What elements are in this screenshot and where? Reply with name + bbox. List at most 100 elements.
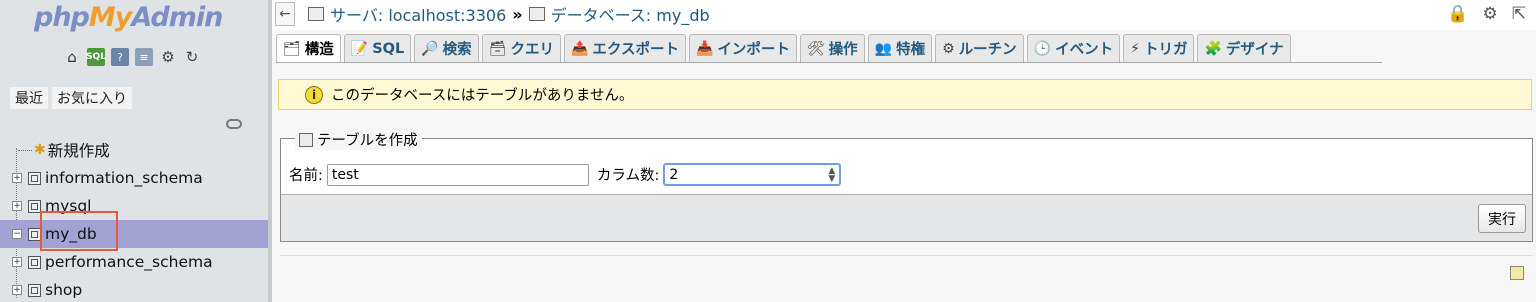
tree-label[interactable]: 新規作成	[48, 139, 110, 161]
privileges-icon: 👥	[874, 40, 893, 57]
tab-label: イベント	[1055, 42, 1114, 58]
expand-icon[interactable]: +	[12, 257, 22, 267]
tab-label: インポート	[717, 42, 790, 58]
structure-icon: 🗂	[283, 40, 301, 57]
docs-icon[interactable]: ?	[111, 48, 129, 66]
collapse-icon[interactable]: −	[12, 229, 22, 239]
settings-icon[interactable]: ⚙	[1483, 4, 1498, 24]
create-table-legend: テーブルを作成	[295, 129, 422, 150]
phpmyadmin-logo[interactable]: phpMyAdmin	[34, 2, 223, 33]
create-table-form: 名前: カラム数: 2 ▲▼	[289, 163, 842, 186]
tab-search[interactable]: 🔎 検索	[414, 34, 479, 62]
breadcrumb: サーバ: localhost:3306 » データベース: my_db	[308, 2, 710, 26]
bottom-divider	[280, 255, 1533, 256]
search-icon: 🔎	[421, 40, 439, 57]
query-icon: 🗃	[488, 40, 507, 57]
quick-links: ⌂ SQL ? ≡ ⚙ ↻	[63, 48, 201, 66]
columns-number-input[interactable]: 2 ▲ ▼	[663, 163, 842, 186]
tab-label: クエリ	[510, 42, 554, 58]
tab-import[interactable]: 📥 インポート	[688, 34, 797, 62]
go-button[interactable]: 実行	[1478, 204, 1526, 233]
tab-label: トリガ	[1143, 42, 1188, 58]
reload-icon[interactable]: ↻	[183, 48, 201, 66]
tree-item-information-schema[interactable]: + information_schema	[0, 164, 268, 192]
top-bar: ← サーバ: localhost:3306 » データベース: my_db 🔒 …	[272, 0, 1536, 30]
tab-label: 操作	[828, 42, 858, 58]
import-icon: 📥	[695, 40, 714, 57]
tab-operations[interactable]: 🛠 操作	[799, 34, 865, 62]
tab-label: 構造	[304, 42, 334, 58]
expand-icon[interactable]: +	[12, 285, 22, 295]
triggers-icon: ⚡	[1130, 40, 1140, 57]
tab-recent[interactable]: 最近	[10, 87, 48, 109]
export-icon: 📤	[570, 40, 589, 57]
database-icon	[26, 171, 42, 185]
help-icon[interactable]: ≡	[135, 48, 153, 66]
table-add-icon	[299, 132, 313, 147]
main-panel: ← サーバ: localhost:3306 » データベース: my_db 🔒 …	[272, 0, 1536, 302]
tab-label: デザイナ	[1225, 42, 1284, 58]
tab-label: エクスポート	[592, 42, 679, 58]
lock-icon[interactable]: 🔒	[1447, 4, 1468, 24]
events-icon: 🕒	[1033, 40, 1052, 57]
logo-my: My	[88, 2, 132, 33]
tab-query[interactable]: 🗃 クエリ	[481, 34, 561, 62]
spinner-icon[interactable]: ▲ ▼	[828, 166, 835, 183]
navigation-sidebar: phpMyAdmin ⌂ SQL ? ≡ ⚙ ↻ 最近 お気に入り ✱ 新規作成…	[0, 0, 271, 302]
console-icon[interactable]	[1510, 266, 1524, 280]
tree-item-performance-schema[interactable]: + performance_schema	[0, 248, 268, 276]
tree-item-shop[interactable]: + shop	[0, 276, 268, 302]
tab-routines[interactable]: ⚙ ルーチン	[935, 34, 1024, 62]
table-name-input[interactable]	[326, 163, 589, 186]
tab-sql[interactable]: 📝 SQL	[343, 34, 412, 62]
tab-designer[interactable]: 🧩 デザイナ	[1197, 34, 1291, 62]
sidebar-tabs: 最近 お気に入り	[10, 87, 132, 109]
server-icon	[308, 7, 324, 21]
tab-export[interactable]: 📤 エクスポート	[563, 34, 686, 62]
tree-item-new[interactable]: ✱ 新規作成	[0, 136, 268, 164]
tab-label: ルーチン	[958, 42, 1017, 58]
home-icon[interactable]: ⌂	[63, 48, 81, 66]
tab-label: 特権	[896, 42, 926, 58]
breadcrumb-separator: »	[512, 4, 523, 24]
logo-php: php	[34, 2, 90, 33]
expand-icon[interactable]: +	[12, 173, 22, 183]
tab-label: 検索	[442, 42, 472, 58]
tree-label[interactable]: shop	[45, 281, 82, 299]
tab-label: SQL	[372, 40, 405, 57]
breadcrumb-database[interactable]: データベース: my_db	[551, 2, 710, 26]
tabs-divider	[276, 62, 1382, 63]
columns-label: カラム数:	[596, 168, 660, 184]
create-table-title: テーブルを作成	[317, 133, 418, 149]
database-tabs: 🗂 構造 📝 SQL 🔎 検索 🗃 クエリ 📤 エクスポート 📥 インポート 🛠 操作 👥 特権 ⚙ ルーチン 🕒 イ…	[276, 34, 1291, 62]
database-icon	[26, 255, 42, 269]
tab-favorites[interactable]: お気に入り	[52, 87, 132, 109]
logo-admin: Admin	[131, 2, 223, 33]
info-icon: i	[305, 85, 323, 104]
create-table-footer: 実行	[281, 194, 1532, 241]
settings-icon[interactable]: ⚙	[159, 48, 177, 66]
tab-structure[interactable]: 🗂 構造	[276, 34, 341, 62]
tree-label[interactable]: information_schema	[45, 169, 203, 187]
notice-message: i このデータベースにはテーブルがありません。	[278, 79, 1532, 110]
maximize-icon[interactable]: ⇱	[1512, 4, 1526, 24]
sql-icon[interactable]: SQL	[86, 48, 106, 66]
breadcrumb-server[interactable]: サーバ: localhost:3306	[330, 2, 506, 26]
tab-triggers[interactable]: ⚡ トリガ	[1123, 34, 1195, 62]
tree-branch	[18, 149, 32, 151]
sql-icon: 📝	[350, 40, 369, 57]
tab-events[interactable]: 🕒 イベント	[1026, 34, 1121, 62]
operations-icon: 🛠	[806, 40, 825, 57]
routines-icon: ⚙	[942, 40, 955, 57]
columns-value: 2	[669, 166, 679, 183]
tree-label[interactable]: performance_schema	[45, 253, 213, 271]
link-with-main-icon[interactable]	[226, 119, 242, 129]
tab-privileges[interactable]: 👥 特権	[867, 34, 933, 62]
annotation-highlight-box	[40, 211, 118, 251]
collapse-sidebar-button[interactable]: ←	[275, 2, 295, 26]
new-icon: ✱	[34, 142, 46, 158]
database-icon	[26, 283, 42, 297]
top-right-icons: 🔒 ⚙ ⇱	[1447, 4, 1526, 24]
expand-icon[interactable]: +	[12, 201, 22, 211]
create-table-fieldset: テーブルを作成 名前: カラム数: 2 ▲▼ 実行	[280, 129, 1533, 242]
